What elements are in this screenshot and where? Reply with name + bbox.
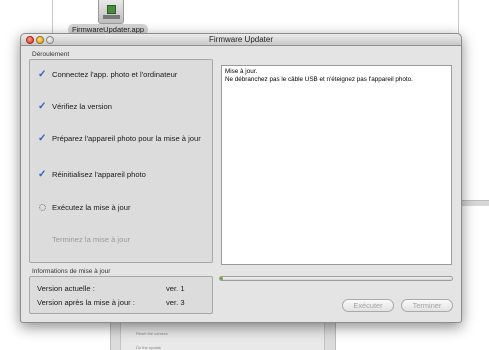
update-progress-bar [219,276,453,281]
firmware-updater-window: Firmware Updater Déroulement ✓ Connectez… [20,33,462,323]
checkmark-icon: ✓ [38,101,47,112]
current-version-label: Version actuelle : [37,284,95,293]
finish-button[interactable]: Terminer [401,299,453,312]
current-version-value: ver. 1 [166,284,185,293]
checkmark-icon: ✓ [38,169,47,180]
steps-group-label: Déroulement [32,51,70,58]
steps-panel: ✓ Connectez l'app. photo et l'ordinateur… [29,59,213,263]
background-text: Do the update [136,345,162,350]
after-version-value: ver. 3 [166,298,185,307]
window-title: Firmware Updater [208,35,273,44]
after-version-label: Version après la mise à jour : [37,298,135,307]
spinner-icon [39,204,46,211]
progress-fill [220,277,224,280]
log-line: Ne débranchez pas le câble USB et n'étei… [225,75,413,83]
update-info-panel: Version actuelle : ver. 1 Version après … [29,276,213,314]
checkmark-icon: ✓ [38,133,47,144]
background-window-edge [458,200,489,206]
title-bar[interactable]: Firmware Updater [21,34,461,46]
execute-button[interactable]: Exécuter [342,299,394,312]
checkmark-icon: ✓ [38,69,47,80]
status-log[interactable]: Mise à jour. Ne débranchez pas le câble … [221,65,452,265]
log-line: Mise à jour. [225,68,258,75]
app-file-icon[interactable] [98,0,124,24]
info-group-label: Informations de mise à jour [32,268,111,275]
background-text: Reset the camera [136,331,168,336]
